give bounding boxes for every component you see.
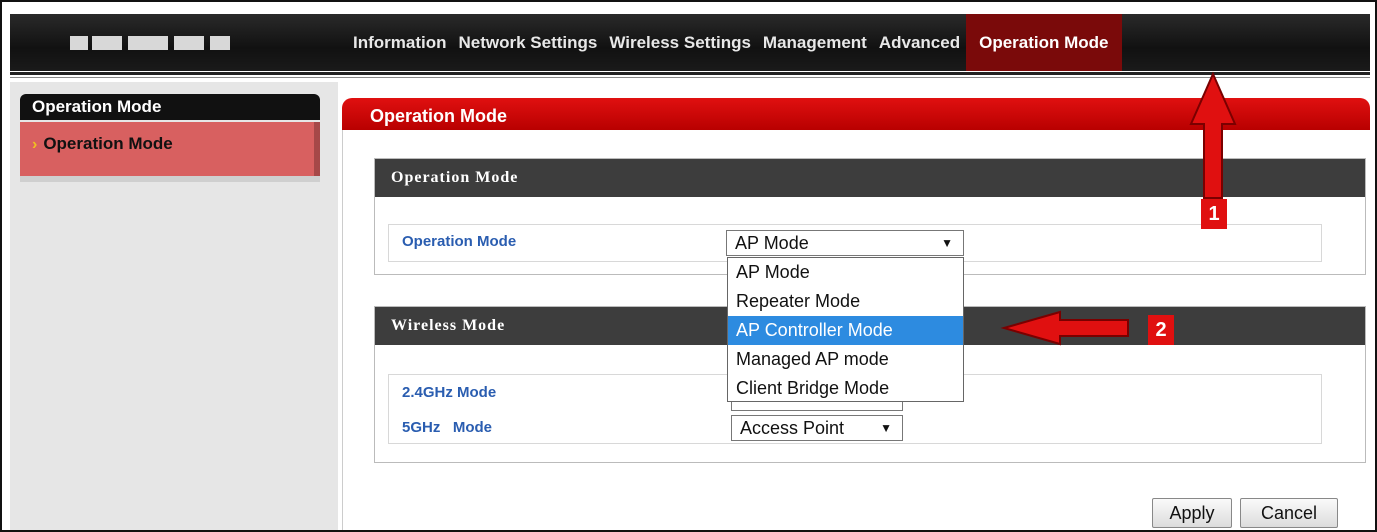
annotation-overlay: [1000, 71, 1237, 346]
annotation-arrow-up-icon: [1189, 71, 1237, 199]
page-frame: Information Network Settings Wireless Se…: [0, 0, 1377, 532]
annotation-arrow-left-icon: [1000, 310, 1129, 346]
annotation-badge-2: 2: [1148, 315, 1174, 345]
annotation-badge-1: 1: [1201, 199, 1227, 229]
